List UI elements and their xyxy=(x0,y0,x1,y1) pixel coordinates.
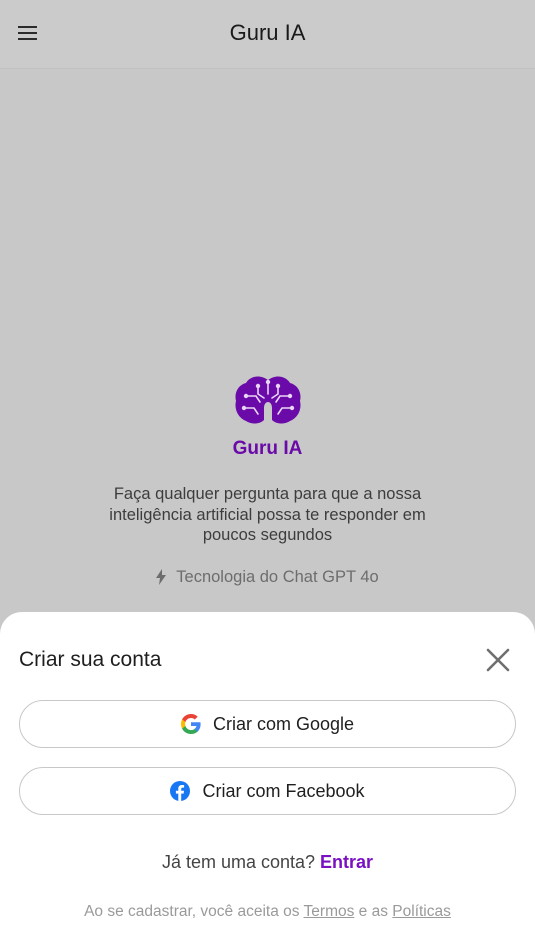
terms-middle: e as xyxy=(358,903,388,920)
close-icon[interactable] xyxy=(485,647,511,673)
tech-info: Tecnologia do Chat GPT 4o xyxy=(0,568,535,587)
app-header: Guru IA xyxy=(0,0,535,69)
lightning-bolt-icon xyxy=(156,569,167,585)
login-prompt: Já tem uma conta? Entrar xyxy=(0,852,535,873)
sheet-title: Criar sua conta xyxy=(19,648,162,671)
tech-label: Tecnologia do Chat GPT 4o xyxy=(176,567,379,586)
terms-prefix: Ao se cadastrar, você aceita os xyxy=(84,903,300,920)
policies-link[interactable]: Políticas xyxy=(392,903,451,920)
signup-google-button[interactable]: Criar com Google xyxy=(19,700,516,748)
terms-link[interactable]: Termos xyxy=(304,903,355,920)
signup-bottom-sheet: Criar sua conta Criar com Google Criar c… xyxy=(0,612,535,951)
login-link[interactable]: Entrar xyxy=(320,852,373,872)
signup-facebook-button[interactable]: Criar com Facebook xyxy=(19,767,516,815)
hero-section: Guru IA Faça qualquer pergunta para que … xyxy=(0,374,535,587)
facebook-icon xyxy=(170,781,191,801)
facebook-button-label: Criar com Facebook xyxy=(202,780,365,801)
app-screen: Guru IA Guru IA Faça qualquer pergunta p… xyxy=(0,0,535,951)
app-description: Faça qualquer pergunta para que a nossa … xyxy=(109,485,426,544)
app-name: Guru IA xyxy=(232,438,303,459)
login-prompt-text: Já tem uma conta? xyxy=(161,852,316,872)
google-button-label: Criar com Google xyxy=(212,713,355,734)
google-icon xyxy=(180,714,201,734)
page-title: Guru IA xyxy=(229,20,306,45)
brain-circuit-logo xyxy=(234,376,301,424)
terms-notice: Ao se cadastrar, você aceita os Termos e… xyxy=(0,903,535,921)
